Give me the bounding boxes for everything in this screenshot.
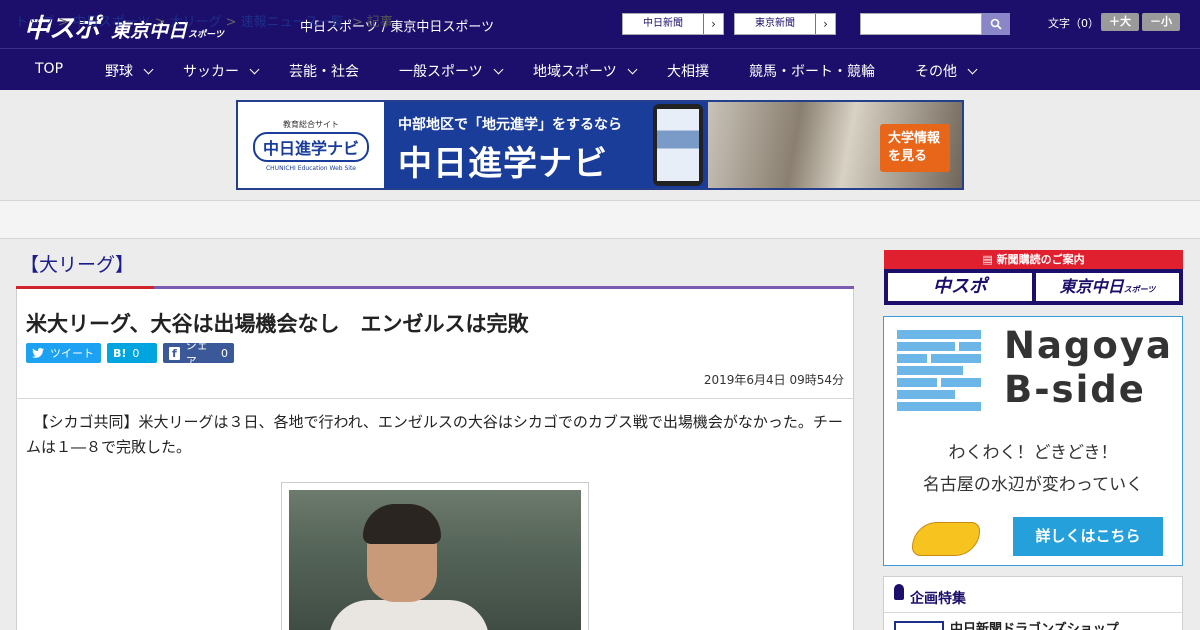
banner-cta: 大学情報を見る bbox=[880, 124, 950, 172]
subscribe-chusupo[interactable]: 中スポ bbox=[888, 273, 1032, 301]
category-title: 【大リーグ】 bbox=[20, 254, 135, 276]
feature-divider bbox=[884, 612, 1182, 613]
nav-entertainment[interactable]: 芸能・社会 bbox=[289, 61, 359, 81]
search-icon bbox=[990, 18, 1002, 30]
article-body: 【シカゴ共同】米大リーグは３日、各地で行われ、エンゼルスの大谷はシカゴでのカブス… bbox=[26, 413, 843, 456]
nav-sumo[interactable]: 大相撲 bbox=[667, 61, 709, 81]
tweet-button[interactable]: ツイート bbox=[26, 343, 101, 363]
chevron-down-icon bbox=[249, 64, 260, 74]
banner-logo: 教育総合サイト 中日進学ナビ CHUNICHI Education Web Si… bbox=[238, 102, 384, 188]
breadcrumb-current: 記事 bbox=[366, 15, 393, 30]
search-input[interactable] bbox=[860, 13, 982, 35]
tokyo-shimbun-link[interactable]: 東京新聞 › bbox=[734, 13, 836, 35]
subscription-header: ▤ 新聞購読のご案内 bbox=[884, 250, 1183, 269]
feature-item-dragons-shop[interactable]: 中日新聞ドラゴンズショップ bbox=[950, 618, 1119, 630]
facebook-share-button[interactable]: f シェア 0 bbox=[163, 339, 234, 368]
nav-baseball[interactable]: 野球 bbox=[105, 61, 154, 81]
breadcrumb: トップ > 中日スポーツ > 大リーグ > 速報ニュース一覧 > 記事 bbox=[15, 15, 393, 30]
bside-tagline-2: 名古屋の水辺が変わっていく bbox=[922, 475, 1144, 495]
chevron-down-icon bbox=[143, 64, 154, 74]
font-larger-button[interactable]: ＋大 bbox=[1101, 13, 1139, 31]
bside-details-button[interactable]: 詳しくはこちら bbox=[1013, 517, 1163, 556]
breadcrumb-top[interactable]: トップ bbox=[15, 15, 54, 30]
nav-others[interactable]: その他 bbox=[915, 61, 978, 81]
nav-soccer[interactable]: サッカー bbox=[183, 61, 260, 81]
player-photo bbox=[289, 490, 581, 630]
article-date: 2019年6月4日 09時54分 bbox=[703, 373, 844, 387]
twitter-icon bbox=[32, 348, 44, 358]
breadcrumb-bar bbox=[0, 200, 1200, 239]
font-size-label: 文字（0） bbox=[1048, 17, 1099, 30]
mascot-image bbox=[912, 522, 980, 556]
article-divider bbox=[16, 398, 854, 399]
font-smaller-button[interactable]: －小 bbox=[1142, 13, 1180, 31]
pin-icon bbox=[894, 584, 904, 600]
facebook-icon: f bbox=[169, 346, 180, 360]
subscribe-tokyo-chunichi[interactable]: 東京中日スポーツ bbox=[1036, 273, 1179, 301]
nav-general-sports[interactable]: 一般スポーツ bbox=[399, 61, 504, 81]
shingaku-navi-banner[interactable]: 教育総合サイト 中日進学ナビ CHUNICHI Education Web Si… bbox=[236, 100, 964, 190]
chunichi-shimbun-link[interactable]: 中日新聞 › bbox=[622, 13, 724, 35]
bside-title: Nagoya B-side bbox=[1004, 324, 1173, 411]
chevron-right-icon: › bbox=[815, 14, 835, 34]
breadcrumb-chunichi-sports[interactable]: 中日スポーツ bbox=[73, 15, 151, 30]
feature-thumbnail bbox=[894, 621, 944, 630]
feature-title: 企画特集 bbox=[910, 591, 966, 607]
bside-tagline-1: わくわく！どきどき！ bbox=[948, 443, 1118, 463]
search-button[interactable] bbox=[982, 13, 1010, 35]
students-photo: 大学情報を見る bbox=[708, 102, 962, 188]
chevron-right-icon: › bbox=[703, 14, 723, 34]
breadcrumb-mlb[interactable]: 大リーグ bbox=[170, 15, 222, 30]
banner-copy: 中部地区で「地元進学」をするなら 中日進学ナビ bbox=[398, 117, 622, 184]
nav-regional-sports[interactable]: 地域スポーツ bbox=[533, 61, 638, 81]
hatena-icon: B! bbox=[113, 346, 127, 360]
newspaper-icon: ▤ bbox=[982, 253, 993, 266]
breadcrumb-news-list[interactable]: 速報ニュース一覧 bbox=[241, 15, 344, 30]
article-headline: 米大リーグ、大谷は出場機会なし エンゼルスは完敗 bbox=[26, 312, 529, 336]
nav-top[interactable]: TOP bbox=[35, 61, 63, 77]
chevron-down-icon bbox=[493, 64, 504, 74]
chevron-down-icon bbox=[627, 64, 638, 74]
article-photo bbox=[281, 482, 589, 630]
chevron-down-icon bbox=[967, 64, 978, 74]
hatena-bookmark-button[interactable]: B! 0 bbox=[107, 343, 157, 363]
nav-racing[interactable]: 競馬・ボート・競輪 bbox=[749, 61, 875, 81]
phone-image bbox=[648, 102, 708, 188]
